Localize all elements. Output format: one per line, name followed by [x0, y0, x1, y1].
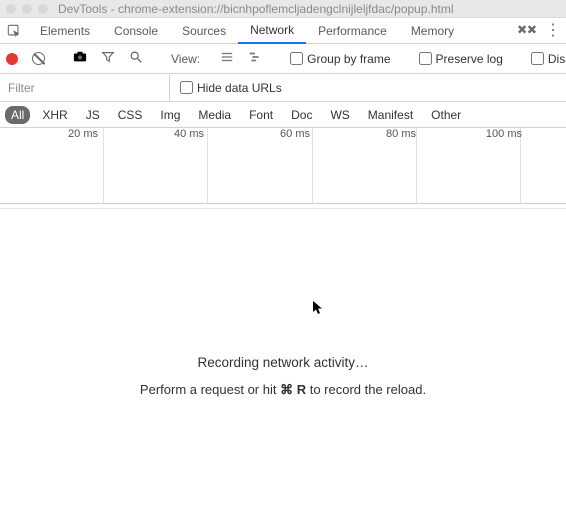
- devtools-menu-icon[interactable]: ⋮: [540, 18, 566, 44]
- traffic-lights: [6, 4, 48, 14]
- window-title: DevTools - chrome-extension://bicnhpofle…: [58, 2, 454, 16]
- hide-data-urls-checkbox[interactable]: Hide data URLs: [180, 81, 282, 95]
- hide-data-urls-label: Hide data URLs: [197, 81, 282, 95]
- type-ws[interactable]: WS: [324, 106, 355, 124]
- type-js[interactable]: JS: [80, 106, 106, 124]
- tab-performance[interactable]: Performance: [306, 18, 399, 44]
- group-by-frame-input[interactable]: [290, 52, 303, 65]
- large-rows-icon[interactable]: [220, 50, 234, 67]
- request-type-filters: All XHR JS CSS Img Media Font Doc WS Man…: [0, 102, 566, 128]
- group-by-frame-checkbox[interactable]: Group by frame: [290, 52, 390, 66]
- timeline-tick: 20 ms: [68, 128, 100, 140]
- hint-suffix: to record the reload.: [306, 382, 426, 397]
- type-css[interactable]: CSS: [112, 106, 149, 124]
- timeline-overview[interactable]: 20 ms 40 ms 60 ms 80 ms 100 ms: [0, 128, 566, 204]
- network-empty-state: Recording network activity… Perform a re…: [0, 209, 566, 519]
- type-doc[interactable]: Doc: [285, 106, 318, 124]
- filter-icon[interactable]: [101, 50, 115, 67]
- type-all[interactable]: All: [5, 106, 30, 124]
- timeline-tick: 80 ms: [386, 128, 418, 140]
- disable-cache-label: Disable cache: [548, 52, 566, 66]
- preserve-log-checkbox[interactable]: Preserve log: [419, 52, 503, 66]
- tab-network[interactable]: Network: [238, 18, 306, 44]
- hide-data-urls-input[interactable]: [180, 81, 193, 94]
- window-titlebar: DevTools - chrome-extension://bicnhpofle…: [0, 0, 566, 18]
- inspect-element-icon[interactable]: [0, 24, 28, 38]
- recording-message: Recording network activity…: [0, 355, 566, 370]
- waterfall-view-icon[interactable]: [248, 50, 262, 67]
- screenshot-icon[interactable]: [73, 50, 87, 67]
- timeline-tick: 100 ms: [486, 128, 524, 140]
- cursor-icon: [312, 300, 324, 319]
- zoom-window-button[interactable]: [38, 4, 48, 14]
- type-manifest[interactable]: Manifest: [362, 106, 419, 124]
- preserve-log-label: Preserve log: [436, 52, 503, 66]
- more-tabs-icon[interactable]: [514, 18, 540, 44]
- hint-message: Perform a request or hit ⌘ R to record t…: [0, 382, 566, 398]
- hint-prefix: Perform a request or hit: [140, 382, 280, 397]
- timeline-tick: 60 ms: [280, 128, 312, 140]
- search-icon[interactable]: [129, 50, 143, 67]
- tab-sources[interactable]: Sources: [170, 18, 238, 44]
- tab-console[interactable]: Console: [102, 18, 170, 44]
- type-other[interactable]: Other: [425, 106, 467, 124]
- type-media[interactable]: Media: [192, 106, 237, 124]
- minimize-window-button[interactable]: [22, 4, 32, 14]
- devtools-tabs: Elements Console Sources Network Perform…: [0, 18, 566, 44]
- type-img[interactable]: Img: [154, 106, 186, 124]
- preserve-log-input[interactable]: [419, 52, 432, 65]
- filter-toolbar: Hide data URLs: [0, 74, 566, 102]
- tab-memory[interactable]: Memory: [399, 18, 466, 44]
- network-toolbar: View: Group by frame Preserve log Disabl…: [0, 44, 566, 74]
- close-window-button[interactable]: [6, 4, 16, 14]
- record-button[interactable]: [6, 53, 18, 65]
- disable-cache-checkbox[interactable]: Disable cache: [531, 52, 566, 66]
- filter-input[interactable]: [0, 75, 170, 101]
- view-label: View:: [171, 52, 200, 66]
- timeline-tick: 40 ms: [174, 128, 206, 140]
- type-xhr[interactable]: XHR: [36, 106, 73, 124]
- group-by-frame-label: Group by frame: [307, 52, 390, 66]
- disable-cache-input[interactable]: [531, 52, 544, 65]
- type-font[interactable]: Font: [243, 106, 279, 124]
- clear-button[interactable]: [32, 52, 45, 65]
- hint-key: ⌘ R: [280, 382, 306, 397]
- tab-elements[interactable]: Elements: [28, 18, 102, 44]
